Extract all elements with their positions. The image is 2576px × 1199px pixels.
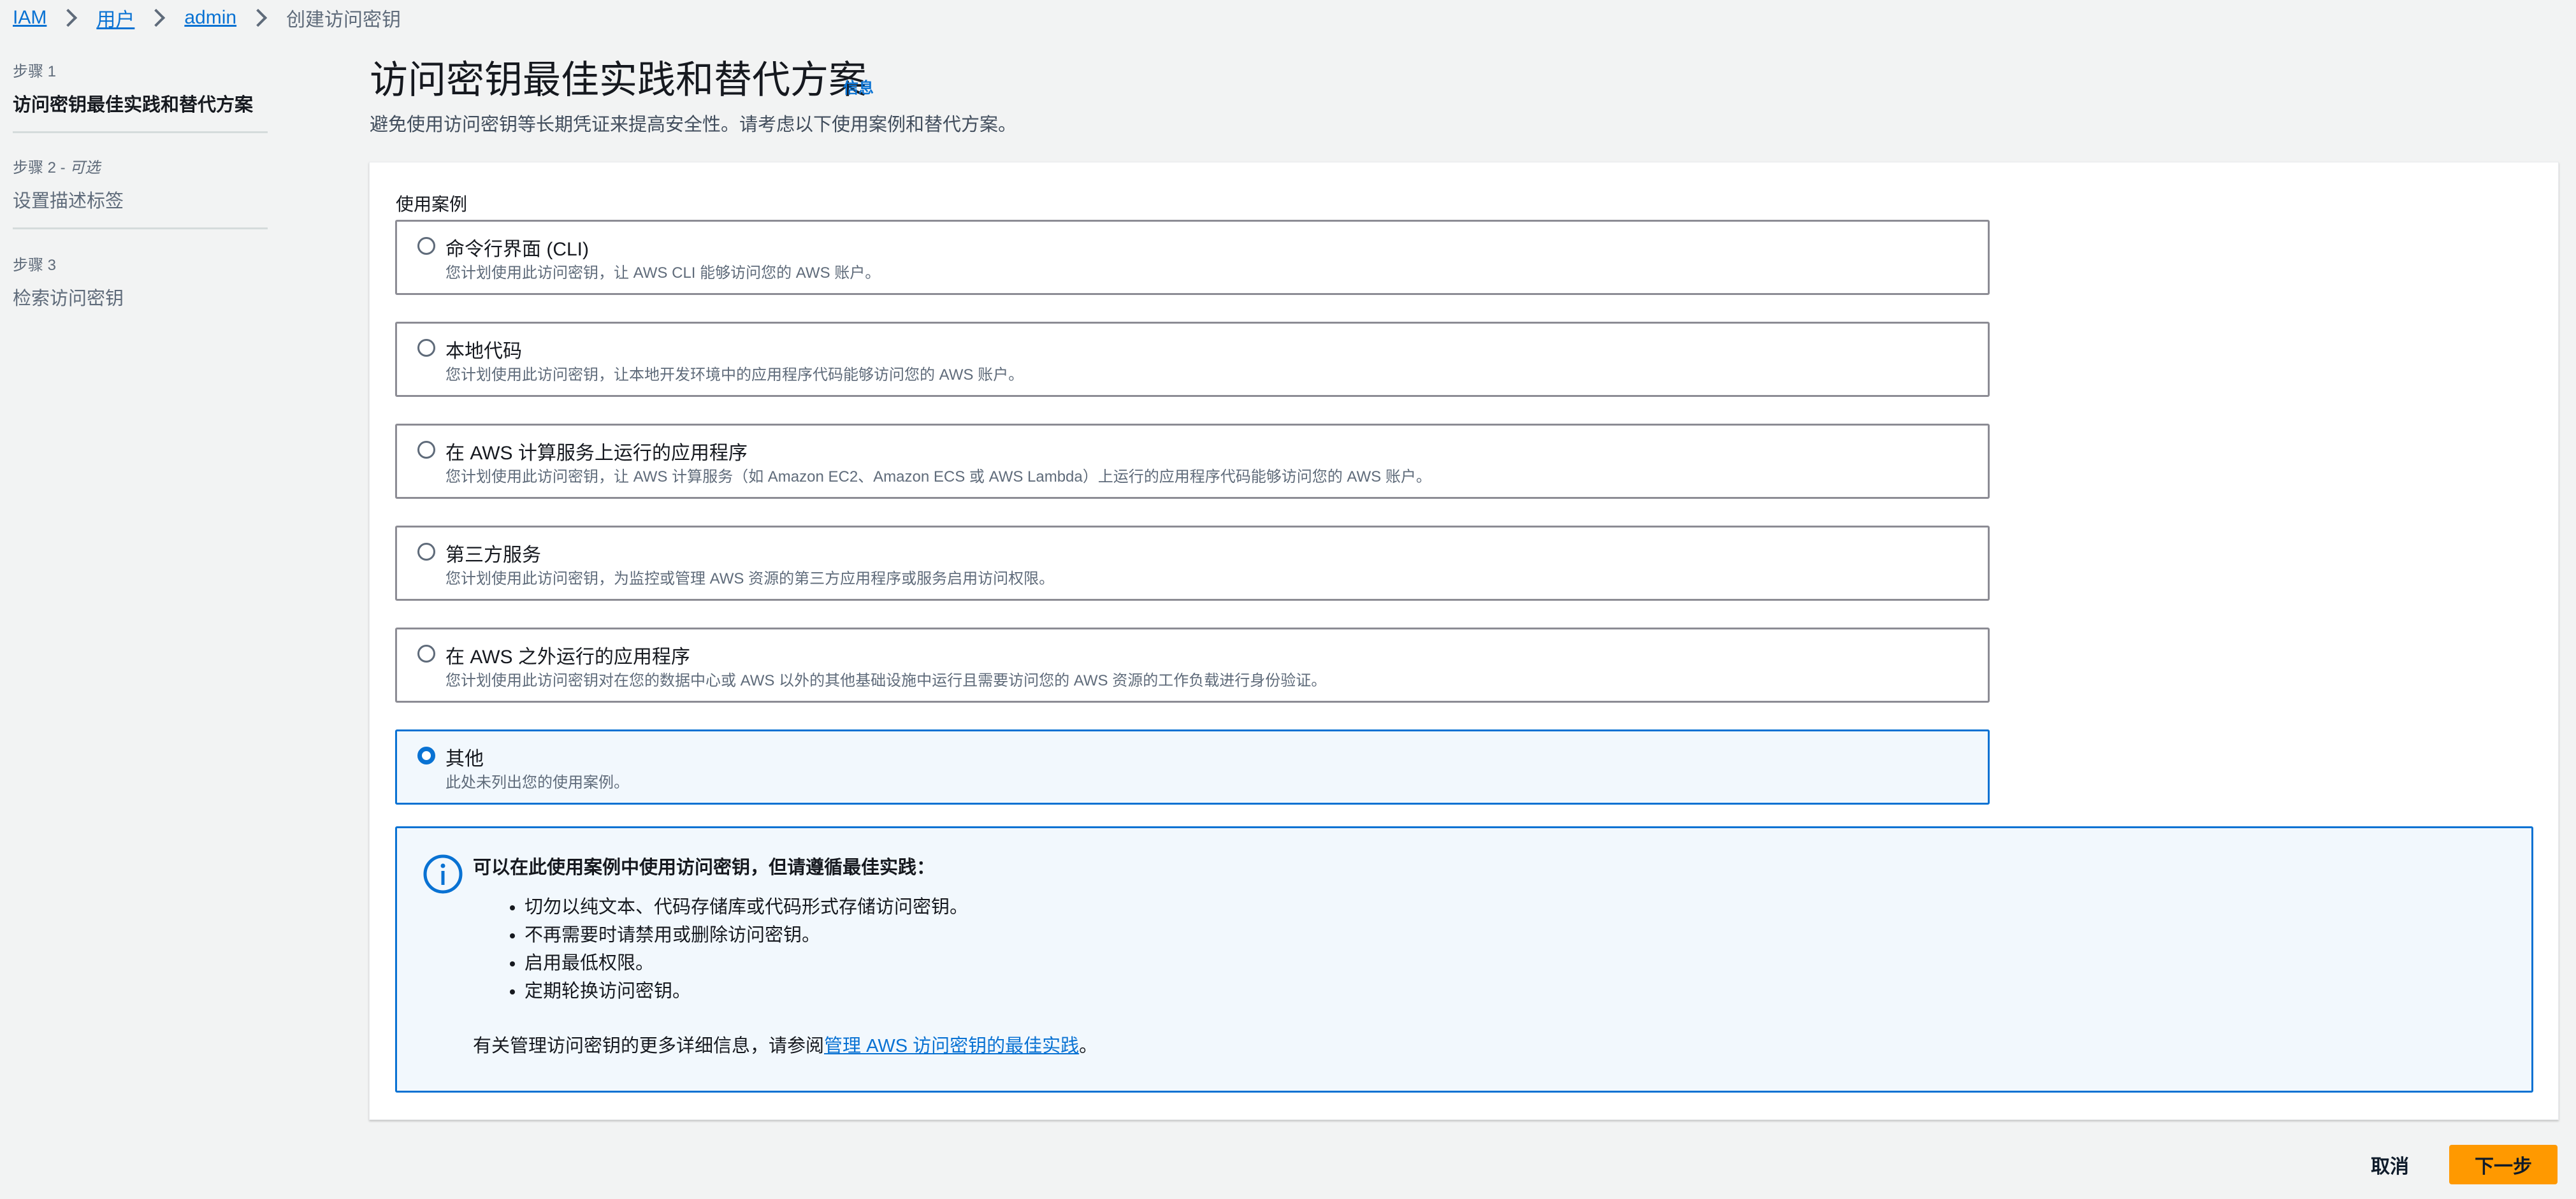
chevron-right-icon <box>249 8 268 27</box>
option-description: 您计划使用此访问密钥，为监控或管理 AWS 资源的第三方应用程序或服务启用访问权… <box>445 570 1055 587</box>
option-description: 您计划使用此访问密钥对在您的数据中心或 AWS 以外的其他基础设施中运行且需要访… <box>445 672 1327 689</box>
page-title: 访问密钥最佳实践和替代方案 <box>370 59 867 101</box>
best-practices-alert: 可以在此使用案例中使用访问密钥，但请遵循最佳实践： 切勿以纯文本、代码存储库或代… <box>395 826 2533 1093</box>
list-item: 启用最低权限。 <box>525 949 968 977</box>
breadcrumb-users[interactable]: 用户 <box>96 4 134 32</box>
use-case-option-aws-compute[interactable]: 在 AWS 计算服务上运行的应用程序 您计划使用此访问密钥，让 AWS 计算服务… <box>395 424 1990 499</box>
use-case-option-third-party[interactable]: 第三方服务 您计划使用此访问密钥，为监控或管理 AWS 资源的第三方应用程序或服… <box>395 526 1990 601</box>
step-1-number: 步骤 1 <box>13 63 57 80</box>
use-case-container: 使用案例 命令行界面 (CLI) 您计划使用此访问密钥，让 AWS CLI 能够… <box>369 162 2559 1120</box>
chevron-right-icon <box>59 8 78 27</box>
list-item: 不再需要时请禁用或删除访问密钥。 <box>525 921 968 949</box>
use-case-option-other[interactable]: 其他 此处未列出您的使用案例。 <box>395 729 1990 805</box>
option-title: 第三方服务 <box>445 545 541 566</box>
alert-title: 可以在此使用案例中使用访问密钥，但请遵循最佳实践： <box>473 858 936 878</box>
step-2-optional: 可选 <box>69 159 101 176</box>
option-title: 命令行界面 (CLI) <box>445 239 589 260</box>
alert-footer-text: 有关管理访问密钥的更多详细信息，请参阅 <box>473 1036 825 1056</box>
list-item: 定期轮换访问密钥。 <box>525 977 968 1005</box>
radio-button[interactable] <box>417 237 435 255</box>
step-1: 步骤 1 访问密钥最佳实践和替代方案 <box>13 59 268 133</box>
radio-button[interactable] <box>417 441 435 459</box>
step-2[interactable]: 步骤 2 - 可选 设置描述标签 <box>13 133 268 229</box>
breadcrumb: IAM 用户 admin 创建访问密钥 <box>13 0 401 36</box>
step-2-number: 步骤 2 - 可选 <box>13 159 101 176</box>
best-practices-link[interactable]: 管理 AWS 访问密钥的最佳实践 <box>824 1036 1079 1056</box>
option-description: 您计划使用此访问密钥，让 AWS CLI 能够访问您的 AWS 账户。 <box>445 264 881 282</box>
cancel-button[interactable]: 取消 <box>2358 1145 2422 1184</box>
radio-button[interactable] <box>417 543 435 561</box>
breadcrumb-iam[interactable]: IAM <box>13 7 47 29</box>
option-title: 在 AWS 之外运行的应用程序 <box>445 647 690 668</box>
option-title: 在 AWS 计算服务上运行的应用程序 <box>445 443 748 464</box>
step-3-number: 步骤 3 <box>13 257 57 274</box>
info-icon <box>423 854 463 894</box>
best-practices-list: 切勿以纯文本、代码存储库或代码形式存储访问密钥。 不再需要时请禁用或删除访问密钥… <box>493 893 968 1005</box>
radio-button[interactable] <box>417 339 435 357</box>
breadcrumb-current: 创建访问密钥 <box>286 10 402 31</box>
page-description: 避免使用访问密钥等长期凭证来提高安全性。请考虑以下使用案例和替代方案。 <box>370 115 1017 135</box>
option-description: 此处未列出您的使用案例。 <box>445 774 629 791</box>
step-3-title: 检索访问密钥 <box>13 289 124 309</box>
radio-button[interactable] <box>417 645 435 663</box>
chevron-right-icon <box>147 8 166 27</box>
info-link[interactable]: 信息 <box>843 75 874 97</box>
next-button[interactable]: 下一步 <box>2449 1145 2558 1184</box>
step-2-title: 设置描述标签 <box>13 191 124 212</box>
use-case-option-cli[interactable]: 命令行界面 (CLI) 您计划使用此访问密钥，让 AWS CLI 能够访问您的 … <box>395 220 1990 295</box>
use-case-label: 使用案例 <box>396 194 468 214</box>
option-title: 本地代码 <box>445 341 522 362</box>
use-case-option-local-code[interactable]: 本地代码 您计划使用此访问密钥，让本地开发环境中的应用程序代码能够访问您的 AW… <box>395 322 1990 397</box>
breadcrumb-admin[interactable]: admin <box>184 7 236 29</box>
radio-button-selected[interactable] <box>417 747 435 765</box>
use-case-option-outside-aws[interactable]: 在 AWS 之外运行的应用程序 您计划使用此访问密钥对在您的数据中心或 AWS … <box>395 628 1990 703</box>
step-3[interactable]: 步骤 3 检索访问密钥 <box>13 229 268 310</box>
alert-footer: 有关管理访问密钥的更多详细信息，请参阅管理 AWS 访问密钥的最佳实践。 <box>473 1031 1097 1058</box>
option-description: 您计划使用此访问密钥，让 AWS 计算服务（如 Amazon EC2、Amazo… <box>445 468 1431 485</box>
wizard-steps: 步骤 1 访问密钥最佳实践和替代方案 步骤 2 - 可选 设置描述标签 步骤 3… <box>13 59 268 310</box>
alert-footer-suffix: 。 <box>1079 1036 1098 1056</box>
list-item: 切勿以纯文本、代码存储库或代码形式存储访问密钥。 <box>525 893 968 921</box>
option-description: 您计划使用此访问密钥，让本地开发环境中的应用程序代码能够访问您的 AWS 账户。 <box>445 366 1024 384</box>
option-title: 其他 <box>445 749 484 770</box>
step-1-title: 访问密钥最佳实践和替代方案 <box>13 95 254 115</box>
